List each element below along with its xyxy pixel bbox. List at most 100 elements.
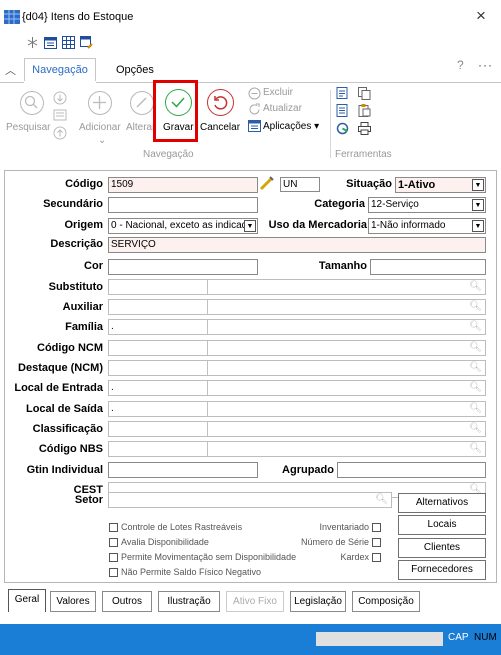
search-icon[interactable]: 🔍︎ (469, 402, 482, 416)
refresh-icon[interactable] (248, 103, 261, 116)
window-apps-icon[interactable] (248, 120, 261, 132)
codigo-ncm-lookup[interactable]: 🔍︎ (108, 340, 486, 356)
paste-icon[interactable] (358, 104, 371, 117)
search-icon[interactable]: 🔍︎ (375, 493, 388, 507)
pesquisar-label[interactable]: Pesquisar (6, 122, 50, 133)
local-saida-lookup[interactable]: . 🔍︎ (108, 401, 486, 417)
substituto-lookup[interactable]: 🔍︎ (108, 279, 486, 295)
notes-icon[interactable] (336, 87, 349, 100)
search-icon[interactable]: 🔍︎ (469, 381, 482, 395)
close-icon[interactable]: × (476, 6, 486, 26)
dropdown-arrow-icon[interactable]: ▼ (472, 199, 484, 211)
group-ferramentas-label: Ferramentas (335, 149, 392, 160)
alternativos-button[interactable]: Alternativos (398, 493, 486, 513)
add-icon[interactable] (88, 91, 112, 115)
search-icon[interactable]: 🔍︎ (469, 320, 482, 334)
lotes-checkbox[interactable] (109, 523, 118, 532)
nao-permite-checkbox[interactable] (109, 568, 118, 577)
setor-lookup[interactable]: 🔍︎ (108, 492, 392, 508)
permite-mov-checkbox[interactable] (109, 553, 118, 562)
tab-ilustracao[interactable]: Ilustração (158, 591, 220, 612)
search-icon[interactable]: 🔍︎ (469, 341, 482, 355)
situacao-select[interactable]: 1-Ativo ▼ (395, 177, 486, 193)
origem-label: Origem (64, 219, 103, 231)
alterar-label[interactable]: Alterar (126, 122, 154, 133)
calendar-icon[interactable] (44, 36, 57, 49)
dropdown-arrow-icon[interactable]: ▼ (472, 179, 484, 191)
dropdown-arrow-icon[interactable]: ▼ (244, 220, 256, 232)
atualizar-label[interactable]: Atualizar (263, 103, 302, 114)
list-last-icon[interactable] (53, 109, 67, 121)
classificacao-label: Classificação (32, 423, 103, 435)
window-edit-icon[interactable] (80, 36, 93, 49)
familia-lookup[interactable]: . 🔍︎ (108, 319, 486, 335)
auxiliar-lookup[interactable]: 🔍︎ (108, 299, 486, 315)
local-entrada-lookup[interactable]: . 🔍︎ (108, 380, 486, 396)
more-icon[interactable]: ··· (478, 58, 493, 72)
undo-icon[interactable] (207, 89, 234, 116)
classificacao-lookup[interactable]: 🔍︎ (108, 421, 486, 437)
excluir-label[interactable]: Excluir (263, 87, 293, 98)
search-icon[interactable]: 🔍︎ (469, 300, 482, 314)
chart-pie-icon[interactable] (336, 122, 349, 135)
familia-label: Família (65, 321, 103, 333)
permite-mov-label: Permite Movimentação sem Disponibilidade (121, 552, 297, 562)
grid-table-icon[interactable] (62, 36, 75, 49)
search-icon[interactable]: 🔍︎ (469, 422, 482, 436)
edit-pencil-icon[interactable] (130, 91, 154, 115)
tab-valores[interactable]: Valores (50, 591, 96, 612)
search-icon[interactable] (20, 91, 44, 115)
help-icon[interactable]: ? (457, 58, 464, 72)
fornecedores-button[interactable]: Fornecedores (398, 560, 486, 580)
search-icon[interactable]: 🔍︎ (469, 442, 482, 456)
codigo-input[interactable]: 1509 (108, 177, 258, 193)
document-list-icon[interactable] (336, 104, 349, 117)
tab-navegacao[interactable]: Navegação (24, 58, 96, 82)
agrupado-input[interactable] (337, 462, 486, 478)
ribbon-panel: Pesquisar Adicionar ⌄ Alterar Gravar Can… (0, 83, 501, 165)
tab-outros[interactable]: Outros (102, 591, 152, 612)
codigo-nbs-lookup[interactable]: 🔍︎ (108, 441, 486, 457)
cor-input[interactable] (108, 259, 258, 275)
inventariado-checkbox[interactable] (372, 523, 381, 532)
pencil-key-icon[interactable] (259, 175, 275, 191)
agrupado-label: Agrupado (282, 464, 334, 476)
copy-icon[interactable] (358, 87, 371, 100)
descricao-input[interactable]: SERVIÇO (108, 237, 486, 253)
search-icon[interactable]: 🔍︎ (469, 280, 482, 294)
avalia-checkbox[interactable] (109, 538, 118, 547)
kardex-checkbox[interactable] (372, 553, 381, 562)
adicionar-label[interactable]: Adicionar (79, 122, 121, 133)
avalia-label: Avalia Disponibilidade (121, 537, 209, 547)
tab-legislacao[interactable]: Legislação (290, 591, 346, 612)
secundario-input[interactable] (108, 197, 258, 213)
tamanho-input[interactable] (370, 259, 486, 275)
tab-geral[interactable]: Geral (8, 589, 46, 612)
chevron-up-icon[interactable]: ︿ (5, 62, 16, 78)
cancelar-label[interactable]: Cancelar (200, 122, 240, 133)
destaque-ncm-lookup[interactable]: 🔍︎ (108, 360, 486, 376)
pin-icon[interactable] (26, 36, 39, 49)
tab-opcoes[interactable]: Opções (116, 64, 154, 76)
gtin-input[interactable] (108, 462, 258, 478)
uso-mercadoria-select[interactable]: 1-Não informado ▼ (368, 218, 486, 234)
destaque-ncm-label: Destaque (NCM) (18, 362, 103, 374)
aplicacoes-dropdown[interactable]: Aplicações ▾ (263, 121, 319, 132)
search-icon[interactable]: 🔍︎ (469, 361, 482, 375)
origem-select[interactable]: 0 - Nacional, exceto as indicad ▼ (108, 218, 258, 234)
lookup-divider (207, 361, 208, 375)
adicionar-dropdown-icon[interactable]: ⌄ (98, 135, 106, 146)
numero-serie-checkbox[interactable] (372, 538, 381, 547)
kardex-label: Kardex (340, 552, 369, 562)
printer-icon[interactable] (358, 122, 371, 135)
clientes-button[interactable]: Clientes (398, 538, 486, 558)
tab-composicao[interactable]: Composição (352, 591, 420, 612)
tab-ativo-fixo[interactable]: Ativo Fixo (226, 591, 284, 612)
arrow-down-circle-icon[interactable] (53, 91, 67, 105)
dropdown-arrow-icon[interactable]: ▼ (472, 220, 484, 232)
minus-circle-icon[interactable] (248, 87, 261, 100)
unidade-input[interactable]: UN (280, 177, 320, 192)
arrow-up-circle-icon[interactable] (53, 126, 67, 140)
categoria-select[interactable]: 12-Serviço ▼ (368, 197, 486, 213)
locais-button[interactable]: Locais (398, 515, 486, 535)
